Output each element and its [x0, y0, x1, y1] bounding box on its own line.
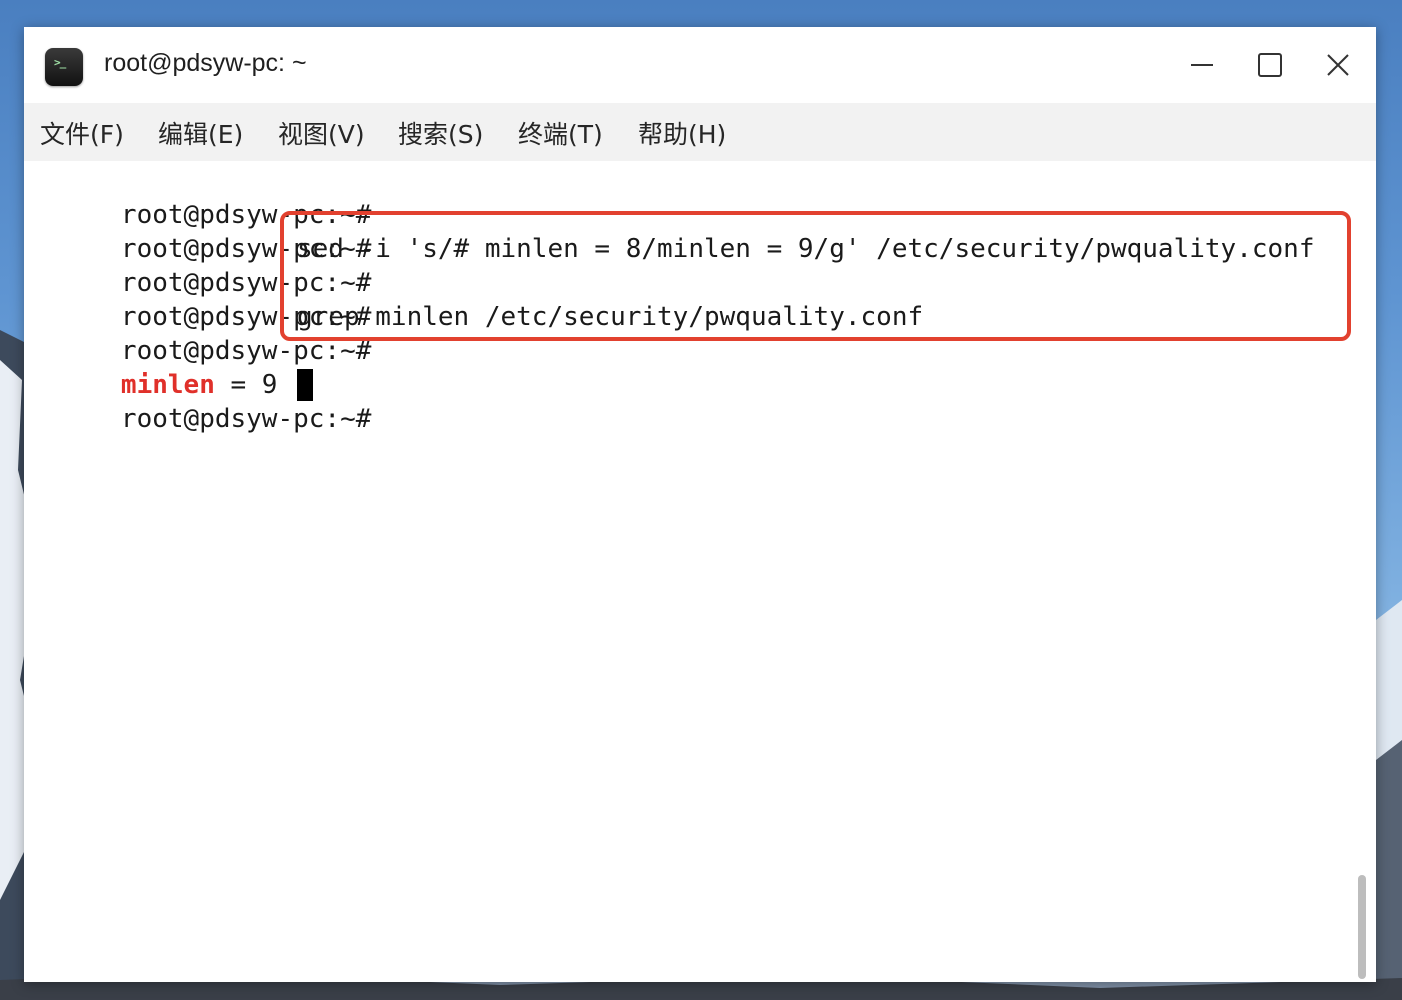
- shell-prompt: root@pdsyw-pc:~#: [120, 404, 388, 434]
- terminal-line: root@pdsyw-pc:~#: [27, 266, 371, 332]
- terminal-icon-glyph: >_: [54, 56, 66, 69]
- menu-file[interactable]: 文件(F): [40, 115, 124, 151]
- close-button[interactable]: [1318, 45, 1358, 85]
- terminal-output-area[interactable]: root@pdsyw-pc:~# root@pdsyw-pc:~# root@p…: [24, 161, 1376, 982]
- vertical-scrollbar[interactable]: [1358, 875, 1366, 979]
- terminal-line: root@pdsyw-pc:~#: [27, 164, 371, 230]
- sed-command: sed -i 's/# minlen = 8/minlen = 9/g' /et…: [297, 234, 1315, 264]
- menu-view[interactable]: 视图(V): [278, 115, 365, 151]
- maximize-button[interactable]: [1250, 45, 1290, 85]
- terminal-icon: >_: [45, 48, 83, 86]
- window-title: root@pdsyw-pc: ~: [104, 49, 307, 77]
- terminal-window: >_ root@pdsyw-pc: ~ 文件(F) 编辑(E) 视图(V) 搜索…: [24, 27, 1376, 982]
- command-output-line: minlen = 9: [27, 334, 278, 400]
- menu-bar: 文件(F) 编辑(E) 视图(V) 搜索(S) 终端(T) 帮助(H): [24, 103, 1376, 161]
- minimize-button[interactable]: [1182, 45, 1222, 85]
- title-bar[interactable]: >_ root@pdsyw-pc: ~: [24, 27, 1376, 103]
- text-cursor: [297, 369, 313, 401]
- maximize-icon: [1258, 53, 1282, 77]
- menu-edit[interactable]: 编辑(E): [158, 115, 243, 151]
- terminal-line: root@pdsyw-pc:~#: [27, 198, 371, 264]
- close-icon: [1327, 54, 1349, 76]
- terminal-line: root@pdsyw-pc:~#: [27, 368, 387, 434]
- grep-command: grep minlen /etc/security/pwquality.conf: [297, 302, 924, 332]
- menu-terminal[interactable]: 终端(T): [518, 115, 603, 151]
- menu-help[interactable]: 帮助(H): [638, 115, 726, 151]
- menu-search[interactable]: 搜索(S): [398, 115, 483, 151]
- minimize-icon: [1191, 64, 1213, 66]
